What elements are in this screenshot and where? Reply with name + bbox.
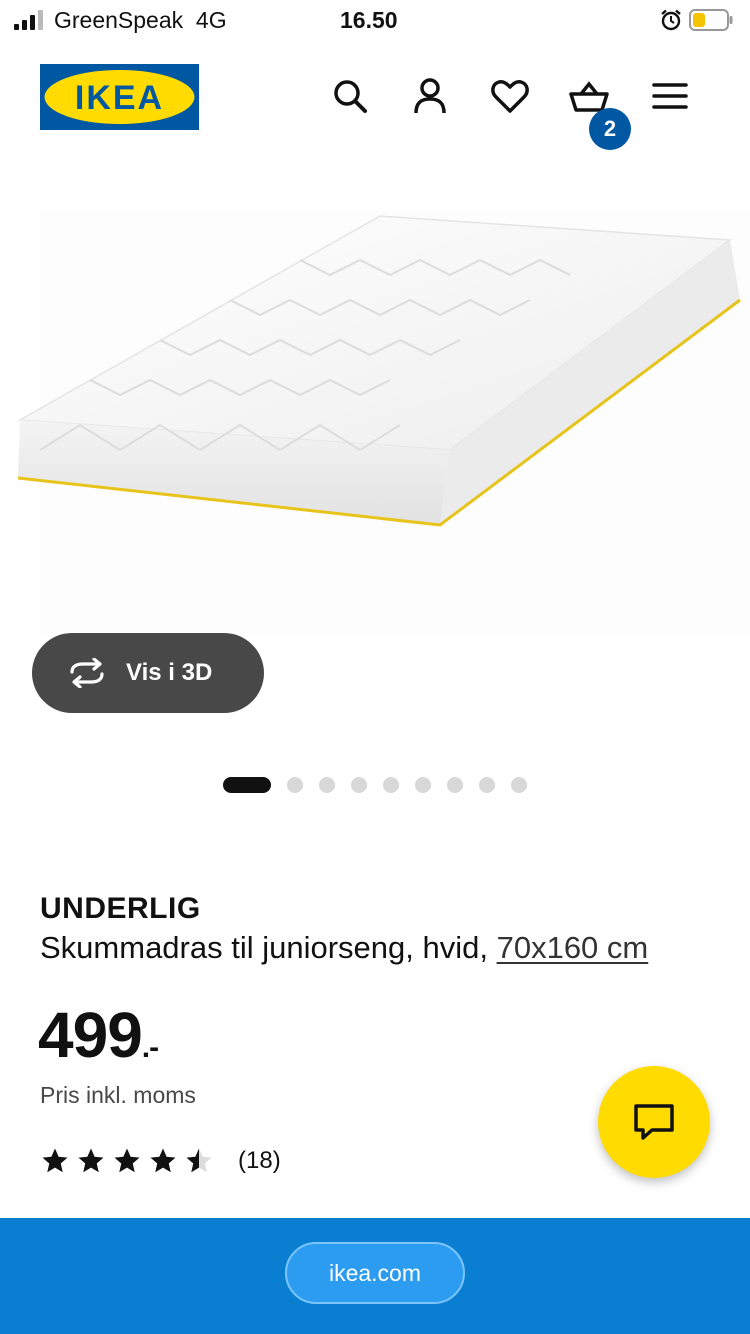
product-description: Skummadras til juniorseng, hvid, 70x160 … [40,930,648,966]
product-name: UNDERLIG [40,892,201,925]
price-note: Pris inkl. moms [40,1082,196,1108]
signal-icon [14,10,46,30]
product-description-text: Skummadras til juniorseng, hvid, [40,930,497,965]
carousel-dot[interactable] [319,777,335,793]
cart-count-badge: 2 [589,108,631,150]
product-rating[interactable]: (18) [40,1146,281,1176]
site-header: IKEA 2 [0,50,750,150]
status-bar: GreenSpeak 4G 16.50 [0,0,750,42]
chat-icon [634,1104,674,1140]
address-bar[interactable]: ikea.com [285,1242,465,1304]
search-icon[interactable] [328,74,372,118]
carrier-label: GreenSpeak 4G [54,7,227,33]
size-link[interactable]: 70x160 cm [497,930,649,965]
carousel-dot[interactable] [287,777,303,793]
ikea-logo[interactable]: IKEA [40,64,199,130]
status-time: 16.50 [340,7,398,33]
ikea-logo-mark: IKEA [44,70,195,124]
carousel-dot[interactable] [351,777,367,793]
review-count: (18) [238,1147,281,1174]
price-suffix: .- [141,1031,159,1064]
price-value: 499 [38,999,143,1071]
carousel-dot[interactable] [479,777,495,793]
star-full-icon [42,1148,68,1173]
menu-icon[interactable] [648,74,692,118]
product-image[interactable] [0,150,750,640]
carousel-dot[interactable] [511,777,527,793]
profile-icon[interactable] [408,74,452,118]
battery-icon [689,9,733,31]
star-full-icon [78,1148,104,1173]
carousel-dot-active[interactable] [223,777,271,793]
carousel-dot[interactable] [447,777,463,793]
mattress-illustration [17,210,750,634]
svg-text:IKEA: IKEA [75,79,164,117]
heart-icon[interactable] [488,74,532,118]
star-half-icon [186,1148,212,1173]
rotate-3d-icon [70,658,104,688]
view-in-3d-label: Vis i 3D [126,659,213,686]
star-full-icon [150,1148,176,1173]
view-in-3d-button[interactable]: Vis i 3D [32,633,264,713]
alarm-icon [661,9,681,31]
carousel-dot[interactable] [383,777,399,793]
product-price: 499.- [38,998,159,1072]
carousel-dot[interactable] [415,777,431,793]
star-full-icon [114,1148,140,1173]
chat-button[interactable] [598,1066,710,1178]
image-carousel-indicator [223,776,543,794]
browser-bottom-bar: ikea.com [0,1218,750,1334]
